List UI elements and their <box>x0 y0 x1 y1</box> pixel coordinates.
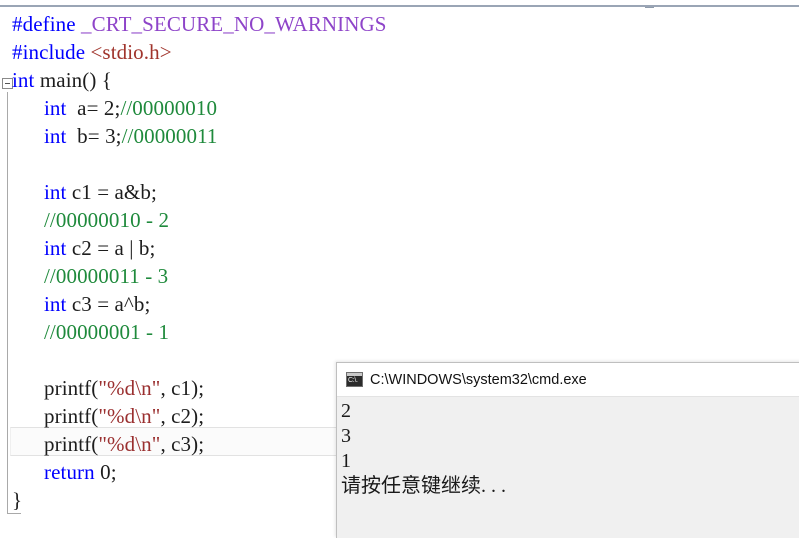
console-output-line: 2 <box>341 400 351 422</box>
console-output-line: 3 <box>341 425 351 447</box>
code-token-kw: int <box>44 96 67 120</box>
code-token-cmt: //00000001 - 1 <box>44 320 170 344</box>
code-line[interactable]: //00000010 - 2 <box>44 206 169 234</box>
code-block-guide-line <box>7 92 8 514</box>
code-line[interactable]: #define _CRT_SECURE_NO_WARNINGS <box>12 10 387 38</box>
code-token-str: "%d\n" <box>98 404 161 428</box>
code-token-pre: #include <box>12 40 86 64</box>
code-line[interactable]: printf("%d\n", c3); <box>44 430 204 458</box>
console-output-area[interactable]: 2 3 1 请按任意键继续. . . <box>337 397 799 538</box>
code-line[interactable]: return 0; <box>44 458 117 486</box>
console-titlebar[interactable]: C:\. C:\WINDOWS\system32\cmd.exe <box>337 363 799 397</box>
code-line[interactable]: int main() { <box>12 66 112 94</box>
code-token-plain: b= 3; <box>66 124 122 148</box>
code-token-plain: , c3); <box>160 432 205 456</box>
code-token-cmt: //00000010 - 2 <box>44 208 170 232</box>
code-token-plain: c2 = a | b; <box>66 236 156 260</box>
code-token-kw: int <box>44 292 67 316</box>
code-token-cmt: //00000011 - 3 <box>44 264 169 288</box>
code-token-plain: printf( <box>44 376 99 400</box>
code-token-plain: 0; <box>94 460 117 484</box>
code-token-kw: int <box>44 124 67 148</box>
code-line[interactable]: } <box>12 486 22 514</box>
code-line[interactable]: int b= 3;//00000011 <box>44 122 218 150</box>
code-line[interactable]: #include <stdio.h> <box>12 38 172 66</box>
code-token-str: "%d\n" <box>98 432 161 456</box>
code-line[interactable]: int c3 = a^b; <box>44 290 150 318</box>
code-token-kw: int <box>44 236 67 260</box>
code-token-str: "%d\n" <box>98 376 161 400</box>
code-line[interactable]: int c2 = a | b; <box>44 234 155 262</box>
code-token-hdr: <stdio.h> <box>90 40 172 64</box>
code-line[interactable]: printf("%d\n", c1); <box>44 374 204 402</box>
code-token-cmt: //00000010 <box>120 96 218 120</box>
code-line[interactable]: //00000011 - 3 <box>44 262 168 290</box>
code-token-kw: return <box>44 460 95 484</box>
cmd-exe-icon-glyph: C:\. <box>348 377 358 384</box>
code-token-plain: } <box>12 488 23 512</box>
code-token-plain: main() { <box>34 68 112 92</box>
code-line[interactable]: printf("%d\n", c2); <box>44 402 204 430</box>
code-token-cmt: //00000011 <box>121 124 218 148</box>
code-line[interactable]: int a= 2;//00000010 <box>44 94 217 122</box>
editor-top-rule <box>0 5 799 11</box>
code-token-plain: printf( <box>44 404 99 428</box>
code-line[interactable]: //00000001 - 1 <box>44 318 169 346</box>
console-title: C:\WINDOWS\system32\cmd.exe <box>370 371 587 388</box>
code-token-plain: a= 2; <box>66 96 121 120</box>
code-token-kw: int <box>12 68 35 92</box>
code-token-plain: c1 = a&b; <box>66 180 157 204</box>
code-token-pre: #define <box>12 12 76 36</box>
console-output-line: 1 <box>341 450 351 472</box>
cmd-exe-icon: C:\. <box>346 372 363 387</box>
code-token-plain: , c1); <box>160 376 205 400</box>
console-output-line: 请按任意键继续. . . <box>341 475 506 497</box>
code-token-plain: , c2); <box>160 404 205 428</box>
code-token-kw: int <box>44 180 67 204</box>
cmd-console-window[interactable]: C:\. C:\WINDOWS\system32\cmd.exe 2 3 1 请按任意… <box>336 362 799 538</box>
code-line[interactable]: int c1 = a&b; <box>44 178 157 206</box>
code-token-plain: printf( <box>44 432 99 456</box>
code-token-plain: c3 = a^b; <box>66 292 151 316</box>
code-token-macro: _CRT_SECURE_NO_WARNINGS <box>81 12 387 36</box>
